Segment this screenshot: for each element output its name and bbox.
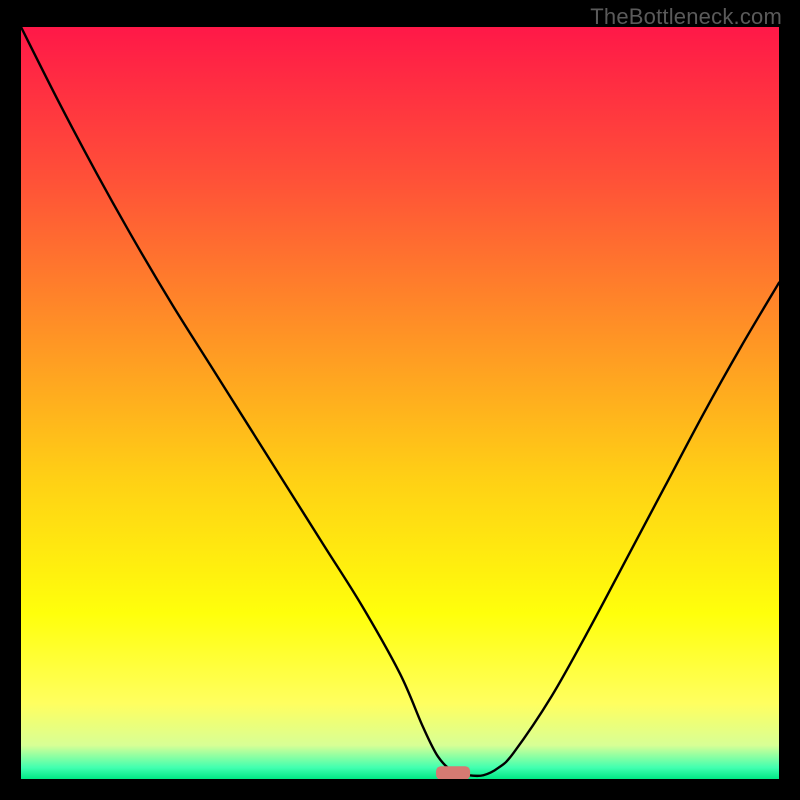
- watermark-text: TheBottleneck.com: [590, 4, 782, 30]
- plot-area: [21, 27, 779, 779]
- gradient-background: [21, 27, 779, 779]
- optimum-marker: [436, 766, 470, 779]
- plot-svg: [21, 27, 779, 779]
- chart-frame: TheBottleneck.com: [0, 0, 800, 800]
